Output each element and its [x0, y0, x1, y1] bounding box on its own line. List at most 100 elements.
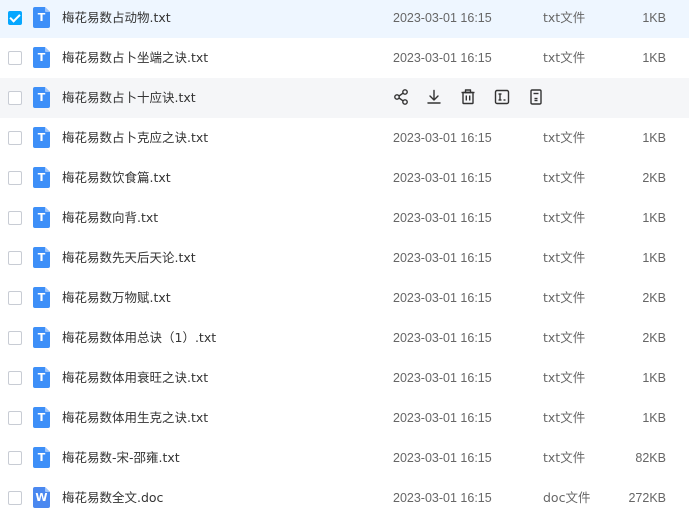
row-checkbox[interactable] [8, 171, 22, 185]
txt-file-icon: T [33, 247, 50, 268]
row-checkbox[interactable] [8, 211, 22, 225]
row-checkbox[interactable] [8, 411, 22, 425]
file-date: 2023-03-01 16:15 [393, 11, 492, 25]
file-date: 2023-03-01 16:15 [393, 331, 492, 345]
file-type: txt文件 [543, 130, 586, 145]
file-row[interactable]: T梅花易数占卜十应诀.txt2023-03-01 16:15txt文件1KB [0, 78, 689, 118]
file-row[interactable]: T 梅花易数占动物.txt 2023-03-01 16:15 txt文件 1KB [0, 0, 689, 38]
file-row[interactable]: T 梅花易数万物赋.txt 2023-03-01 16:15 txt文件 2KB [0, 278, 689, 318]
file-date: 2023-03-01 16:15 [393, 251, 492, 265]
file-row[interactable]: T 梅花易数向背.txt 2023-03-01 16:15 txt文件 1KB [0, 198, 689, 238]
file-icon-letter: T [37, 251, 46, 264]
file-size: 2KB [642, 171, 666, 185]
file-size: 1KB [642, 131, 666, 145]
file-row[interactable]: T 梅花易数体用总诀（1）.txt 2023-03-01 16:15 txt文件 2KB [0, 318, 689, 358]
file-row[interactable]: T 梅花易数体用生克之诀.txt 2023-03-01 16:15 txt文件 1KB [0, 398, 689, 438]
file-name[interactable]: 梅花易数万物赋.txt [62, 278, 171, 318]
file-icon-letter: T [37, 371, 46, 384]
file-size: 1KB [642, 411, 666, 425]
file-name[interactable]: 梅花易数饮食篇.txt [62, 158, 171, 198]
file-type: txt文件 [543, 410, 586, 425]
file-row[interactable]: T 梅花易数-宋-邵雍.txt 2023-03-01 16:15 txt文件 82KB [0, 438, 689, 478]
file-icon-letter: T [37, 451, 46, 464]
txt-file-icon: T [33, 447, 50, 468]
file-list: T 梅花易数占动物.txt 2023-03-01 16:15 txt文件 1KB T 梅花易… [0, 0, 689, 512]
row-checkbox[interactable] [8, 91, 22, 105]
file-name[interactable]: 梅花易数体用生克之诀.txt [62, 398, 208, 438]
file-icon-letter: T [37, 51, 46, 64]
row-checkbox[interactable] [8, 131, 22, 145]
file-icon-letter: T [37, 91, 46, 104]
file-size: 1KB [642, 371, 666, 385]
file-name[interactable]: 梅花易数全文.doc [62, 478, 163, 512]
share-icon[interactable] [392, 88, 410, 106]
file-name[interactable]: 梅花易数体用总诀（1）.txt [62, 318, 216, 358]
file-type: txt文件 [543, 170, 586, 185]
file-type: txt文件 [543, 290, 586, 305]
file-name[interactable]: 梅花易数向背.txt [62, 198, 158, 238]
file-row[interactable]: T 梅花易数体用衰旺之诀.txt 2023-03-01 16:15 txt文件 1KB [0, 358, 689, 398]
trash-icon[interactable] [459, 88, 477, 106]
txt-file-icon: T [33, 47, 50, 68]
txt-file-icon: T [33, 207, 50, 228]
file-size: 1KB [642, 11, 666, 25]
file-size: 1KB [642, 51, 666, 65]
row-checkbox[interactable] [8, 371, 22, 385]
file-name[interactable]: 梅花易数占卜克应之诀.txt [62, 118, 208, 158]
file-row[interactable]: T 梅花易数占卜坐端之诀.txt 2023-03-01 16:15 txt文件 1KB [0, 38, 689, 78]
file-size: 2KB [642, 331, 666, 345]
file-type: txt文件 [543, 250, 586, 265]
file-name[interactable]: 梅花易数占动物.txt [62, 0, 171, 38]
file-type: txt文件 [543, 370, 586, 385]
file-row[interactable]: T 梅花易数占卜克应之诀.txt 2023-03-01 16:15 txt文件 1KB [0, 118, 689, 158]
txt-file-icon: T [33, 127, 50, 148]
file-icon-letter: T [37, 11, 46, 24]
txt-file-icon: T [33, 87, 50, 108]
file-name[interactable]: 梅花易数先天后天论.txt [62, 238, 196, 278]
file-name[interactable]: 梅花易数占卜坐端之诀.txt [62, 38, 208, 78]
row-checkbox[interactable] [8, 51, 22, 65]
file-icon-letter: T [37, 411, 46, 424]
file-date: 2023-03-01 16:15 [393, 131, 492, 145]
row-checkbox[interactable] [8, 251, 22, 265]
file-type: txt文件 [543, 330, 586, 345]
download-icon[interactable] [425, 88, 443, 106]
rename-icon[interactable] [493, 88, 511, 106]
file-type: txt文件 [543, 10, 586, 25]
row-checkbox[interactable] [8, 11, 22, 25]
file-icon-letter: W [35, 491, 48, 504]
file-date: 2023-03-01 16:15 [393, 171, 492, 185]
txt-file-icon: T [33, 167, 50, 188]
doc-file-icon: W [33, 487, 50, 508]
file-row[interactable]: T 梅花易数先天后天论.txt 2023-03-01 16:15 txt文件 1KB [0, 238, 689, 278]
file-name[interactable]: 梅花易数体用衰旺之诀.txt [62, 358, 208, 398]
file-date: 2023-03-01 16:15 [393, 51, 492, 65]
row-checkbox[interactable] [8, 291, 22, 305]
row-checkbox[interactable] [8, 331, 22, 345]
file-size: 1KB [642, 251, 666, 265]
file-icon-letter: T [37, 291, 46, 304]
file-icon-letter: T [37, 211, 46, 224]
row-checkbox[interactable] [8, 491, 22, 505]
file-type: txt文件 [543, 450, 586, 465]
file-size: 272KB [628, 491, 666, 505]
txt-file-icon: T [33, 327, 50, 348]
file-size: 2KB [642, 291, 666, 305]
file-name[interactable]: 梅花易数-宋-邵雍.txt [62, 438, 180, 478]
file-date: 2023-03-01 16:15 [393, 451, 492, 465]
file-date: 2023-03-01 16:15 [393, 371, 492, 385]
txt-file-icon: T [33, 287, 50, 308]
file-icon-letter: T [37, 331, 46, 344]
txt-file-icon: T [33, 7, 50, 28]
file-row[interactable]: W 梅花易数全文.doc 2023-03-01 16:15 doc文件 272KB [0, 478, 689, 512]
row-checkbox[interactable] [8, 451, 22, 465]
file-size: 1KB [642, 211, 666, 225]
file-name[interactable]: 梅花易数占卜十应诀.txt [62, 78, 196, 118]
more-file-icon[interactable] [527, 88, 545, 106]
file-type: doc文件 [543, 490, 591, 505]
txt-file-icon: T [33, 407, 50, 428]
file-icon-letter: T [37, 131, 46, 144]
txt-file-icon: T [33, 367, 50, 388]
file-row[interactable]: T 梅花易数饮食篇.txt 2023-03-01 16:15 txt文件 2KB [0, 158, 689, 198]
file-date: 2023-03-01 16:15 [393, 491, 492, 505]
